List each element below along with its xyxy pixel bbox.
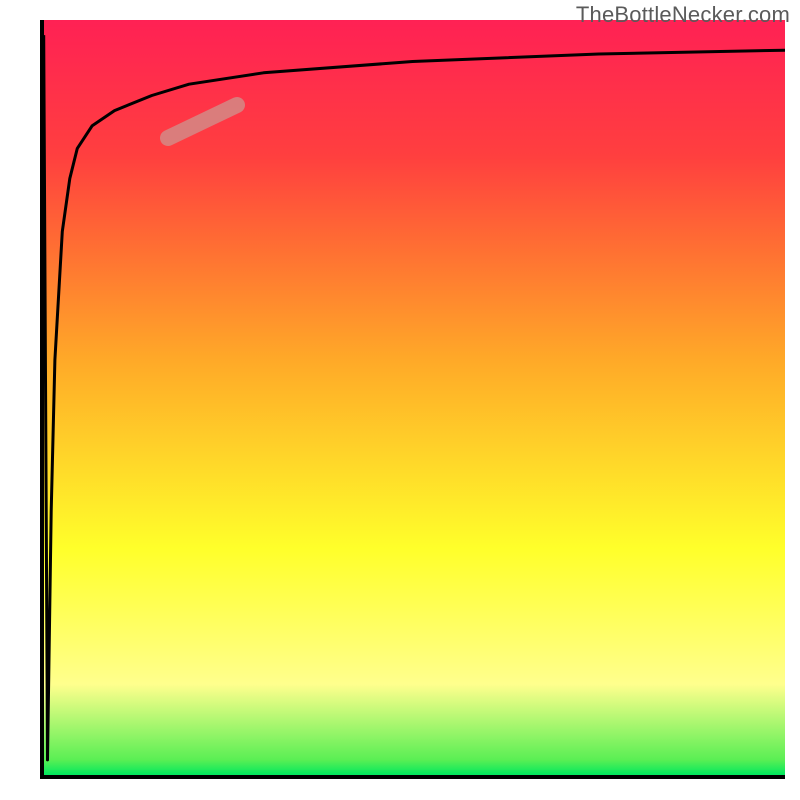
bottleneck-chart: TheBottleNecker.com: [0, 0, 800, 800]
attribution-text: TheBottleNecker.com: [576, 2, 790, 28]
curve-layer: [40, 20, 785, 775]
x-axis: [40, 775, 785, 779]
bottleneck-curve: [44, 35, 785, 760]
highlight-segment: [168, 105, 237, 138]
y-axis: [40, 20, 44, 775]
